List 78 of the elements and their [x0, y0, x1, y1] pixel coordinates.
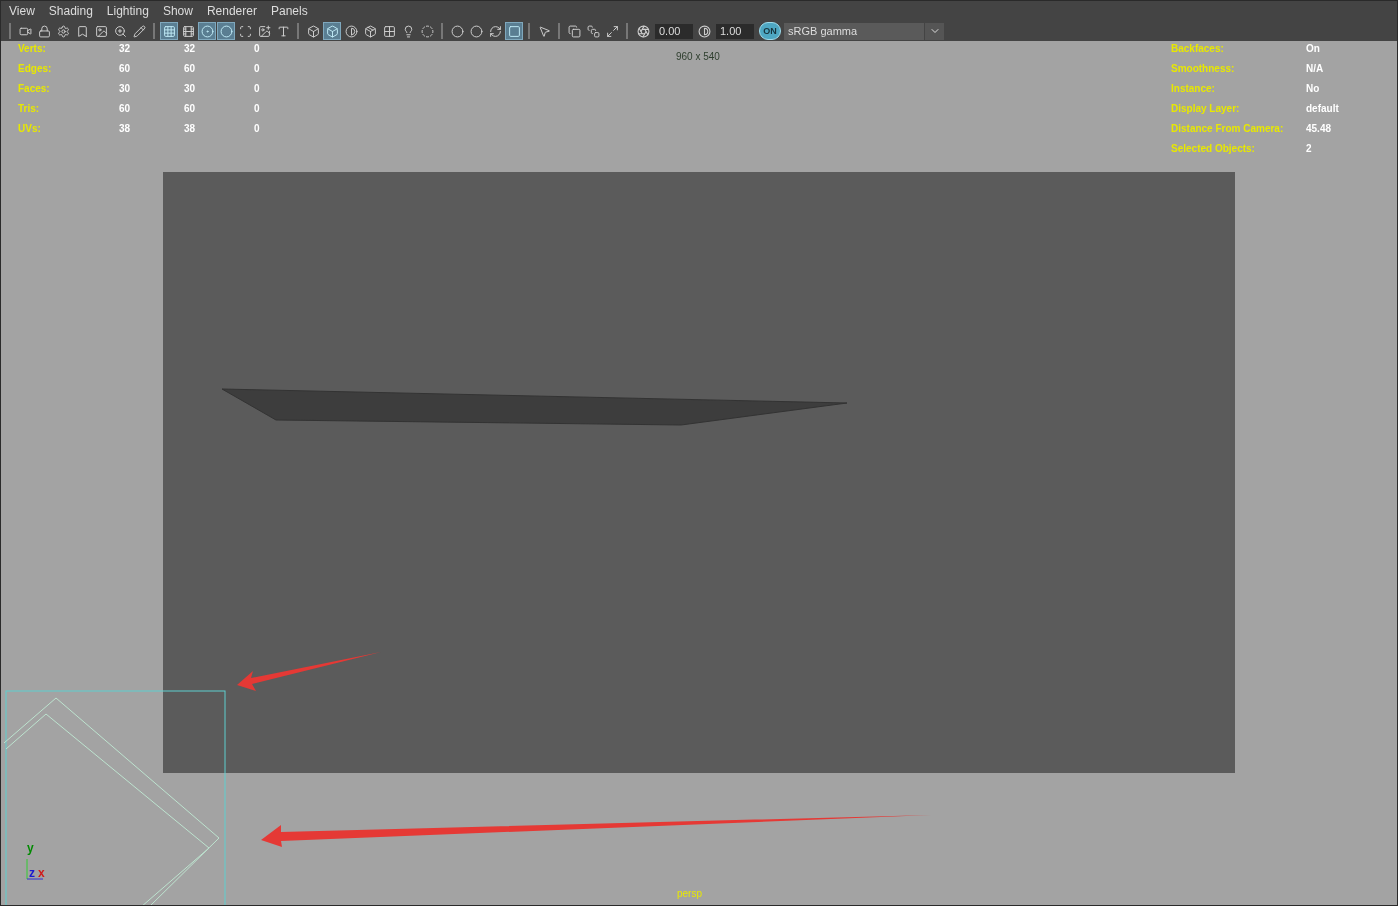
- info-value: 2: [1306, 142, 1313, 156]
- stat-label: Faces:: [18, 82, 51, 96]
- stat-value: 60: [184, 62, 197, 76]
- info-label: Instance:: [1171, 82, 1216, 96]
- viewport[interactable]: [1, 41, 1397, 905]
- menu-item[interactable]: View: [9, 2, 35, 20]
- contrast-icon: [698, 24, 711, 38]
- stat-value: 32: [184, 42, 197, 56]
- exposure-field[interactable]: 0.00: [655, 23, 693, 39]
- stat-value: 30: [119, 82, 132, 96]
- bookmark-icon: [75, 24, 89, 38]
- axis-label: y: [27, 842, 34, 854]
- menu-item[interactable]: Panels: [270, 2, 308, 20]
- stat-label: Tris:: [18, 102, 41, 116]
- info-value: 45.48: [1306, 122, 1333, 136]
- square-button[interactable]: [505, 22, 523, 40]
- circle-button[interactable]: [217, 22, 235, 40]
- axis-indicator-drawing: [26, 858, 44, 880]
- square-icon: [507, 24, 521, 38]
- circle-icon: [219, 24, 233, 38]
- picture-icon: [257, 24, 271, 38]
- stat-value: 38: [119, 122, 132, 136]
- image-icon: [94, 24, 108, 38]
- info-value: No: [1306, 82, 1321, 96]
- menu-item[interactable]: Show: [162, 2, 193, 20]
- pencil-icon: [132, 24, 146, 38]
- wireframe-cube-icon: [306, 24, 320, 38]
- select-icon: [537, 24, 551, 38]
- axis-label: x: [38, 867, 45, 879]
- stat-label: Edges:: [18, 62, 53, 76]
- view-transform-dropdown[interactable]: sRGB gamma: [784, 22, 944, 40]
- info-value: default: [1306, 102, 1340, 116]
- info-label: Backfaces:: [1171, 42, 1225, 56]
- info-label: Display Layer:: [1171, 102, 1241, 116]
- info-label: Selected Objects:: [1171, 142, 1256, 156]
- stat-value: 0: [254, 102, 261, 116]
- grid-icon: [382, 24, 396, 38]
- half-shaded-icon: [344, 24, 358, 38]
- lock-icon: [37, 24, 51, 38]
- menu-item[interactable]: Lighting: [106, 2, 149, 20]
- copy-icon: [567, 24, 581, 38]
- info-value: N/A: [1306, 62, 1325, 76]
- info-label: Smoothness:: [1171, 62, 1236, 76]
- pencil-button[interactable]: [130, 22, 148, 40]
- info-label: Distance From Camera:: [1171, 122, 1285, 136]
- stat-value: 0: [254, 62, 261, 76]
- copy-button[interactable]: [565, 22, 583, 40]
- textured-cube-icon: [363, 24, 377, 38]
- shaded-cube-icon: [325, 24, 339, 38]
- stat-value: 30: [184, 82, 197, 96]
- stat-value: 0: [254, 42, 261, 56]
- gear-icon: [56, 24, 70, 38]
- stat-label: Verts:: [18, 42, 47, 56]
- camera-name: persp: [677, 887, 702, 901]
- resolution-label: 960 x 540: [676, 50, 720, 64]
- grid-button[interactable]: [160, 22, 178, 40]
- menu-item[interactable]: Shading: [48, 2, 93, 20]
- stat-value: 32: [119, 42, 132, 56]
- stat-label: UVs:: [18, 122, 42, 136]
- text-icon: [276, 24, 290, 38]
- info-value: On: [1306, 42, 1321, 56]
- axis-label: z: [29, 867, 35, 879]
- color-management-toggle[interactable]: ON: [759, 22, 781, 40]
- resize-icon: [605, 24, 619, 38]
- stat-value: 0: [254, 82, 261, 96]
- menu-item[interactable]: Renderer: [206, 2, 257, 20]
- film-icon: [181, 24, 195, 38]
- stat-value: 38: [184, 122, 197, 136]
- half-shaded-button[interactable]: [342, 22, 360, 40]
- zoom-icon: [113, 24, 127, 38]
- stat-value: 60: [119, 62, 132, 76]
- stat-value: 60: [119, 102, 132, 116]
- stat-value: 0: [254, 122, 261, 136]
- gamma-field[interactable]: 1.00: [716, 23, 754, 39]
- shaded-cube-button[interactable]: [323, 22, 341, 40]
- stat-value: 60: [184, 102, 197, 116]
- grid-icon: [162, 24, 176, 38]
- aperture-icon: [637, 24, 650, 38]
